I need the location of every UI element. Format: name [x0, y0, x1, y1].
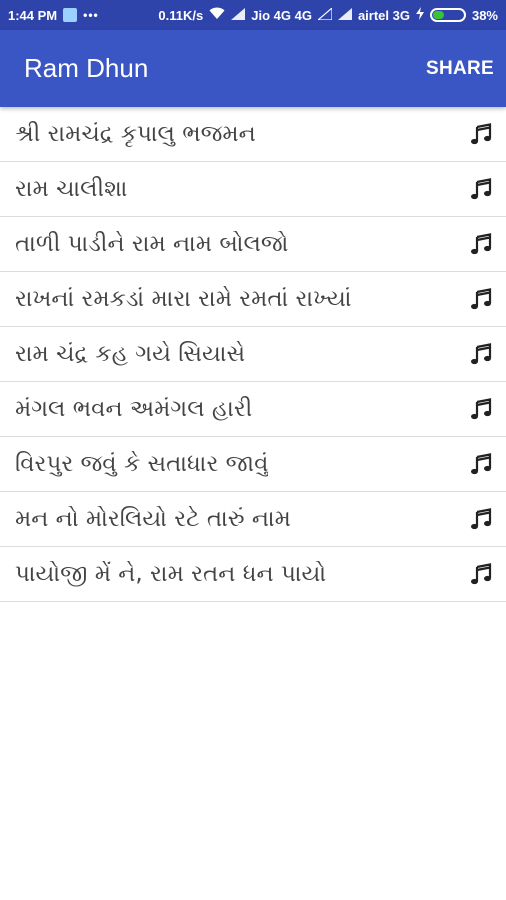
carrier-1-label: Jio 4G 4G: [251, 7, 312, 23]
song-title: રામ ચંદ્ર કહ ગયે સિયાસે: [15, 341, 246, 367]
song-list-item[interactable]: રાખનાં રમકડાં મારા રામે રમતાં રાખ્યાં: [0, 272, 506, 327]
app-title: Ram Dhun: [24, 53, 149, 83]
music-note-icon: [470, 233, 492, 255]
network-speed: 0.11K/s: [158, 7, 204, 23]
app-bar: Ram Dhun SHARE: [0, 30, 506, 107]
song-title: પાયોજી મેં ને, રામ રતન ધન પાયો: [15, 561, 327, 587]
song-title: મન નો મોરલિયો રટે તારું નામ: [15, 506, 291, 532]
wifi-icon: [209, 7, 225, 23]
song-title: તાળી પાડીને રામ નામ બોલજો: [15, 231, 289, 257]
song-list-item[interactable]: શ્રી રામચંદ્ર કૃપાલુ ભજમન: [0, 107, 506, 162]
song-list-item[interactable]: રામ ચંદ્ર કહ ગયે સિયાસે: [0, 327, 506, 382]
battery-icon: [429, 8, 466, 22]
song-title: શ્રી રામચંદ્ર કૃપાલુ ભજમન: [15, 121, 256, 147]
music-note-icon: [470, 453, 492, 475]
more-notifications-icon: •••: [83, 8, 99, 22]
battery-level-fill: [432, 11, 445, 19]
charging-icon: [415, 7, 424, 23]
music-note-icon: [470, 563, 492, 585]
song-title: વિરપુર જવું કે સતાધાર જાવું: [15, 451, 269, 477]
status-time: 1:44 PM: [8, 7, 58, 23]
signal-icon: [231, 7, 246, 23]
music-note-icon: [470, 508, 492, 530]
music-note-icon: [470, 123, 492, 145]
song-list-item[interactable]: મંગલ ભવન અમંગલ હારી: [0, 382, 506, 437]
song-title: રામ ચાલીશા: [15, 176, 128, 202]
song-title: રાખનાં રમકડાં મારા રામે રમતાં રાખ્યાં: [15, 286, 352, 312]
song-list-item[interactable]: પાયોજી મેં ને, રામ રતન ધન પાયો: [0, 547, 506, 602]
music-note-icon: [470, 288, 492, 310]
no-sim-signal-icon: [316, 6, 333, 23]
music-note-icon: [470, 343, 492, 365]
song-list: શ્રી રામચંદ્ર કૃપાલુ ભજમન રામ ચાલીશા તાળી …: [0, 107, 506, 602]
battery-percent: 38%: [471, 7, 498, 23]
song-title: મંગલ ભવન અમંગલ હારી: [15, 396, 253, 422]
song-list-item[interactable]: રામ ચાલીશા: [0, 162, 506, 217]
carrier-2-label: airtel 3G: [357, 7, 410, 23]
song-list-item[interactable]: તાળી પાડીને રામ નામ બોલજો: [0, 217, 506, 272]
signal-icon-2: [337, 7, 352, 23]
share-button[interactable]: SHARE: [426, 58, 494, 80]
music-note-icon: [470, 398, 492, 420]
music-note-icon: [470, 178, 492, 200]
status-bar: 1:44 PM ••• 0.11K/s Jio 4G 4G airtel 3G …: [0, 0, 506, 30]
song-list-item[interactable]: વિરપુર જવું કે સતાધાર જાવું: [0, 437, 506, 492]
app-notification-icon: [63, 8, 78, 22]
song-list-item[interactable]: મન નો મોરલિયો રટે તારું નામ: [0, 492, 506, 547]
